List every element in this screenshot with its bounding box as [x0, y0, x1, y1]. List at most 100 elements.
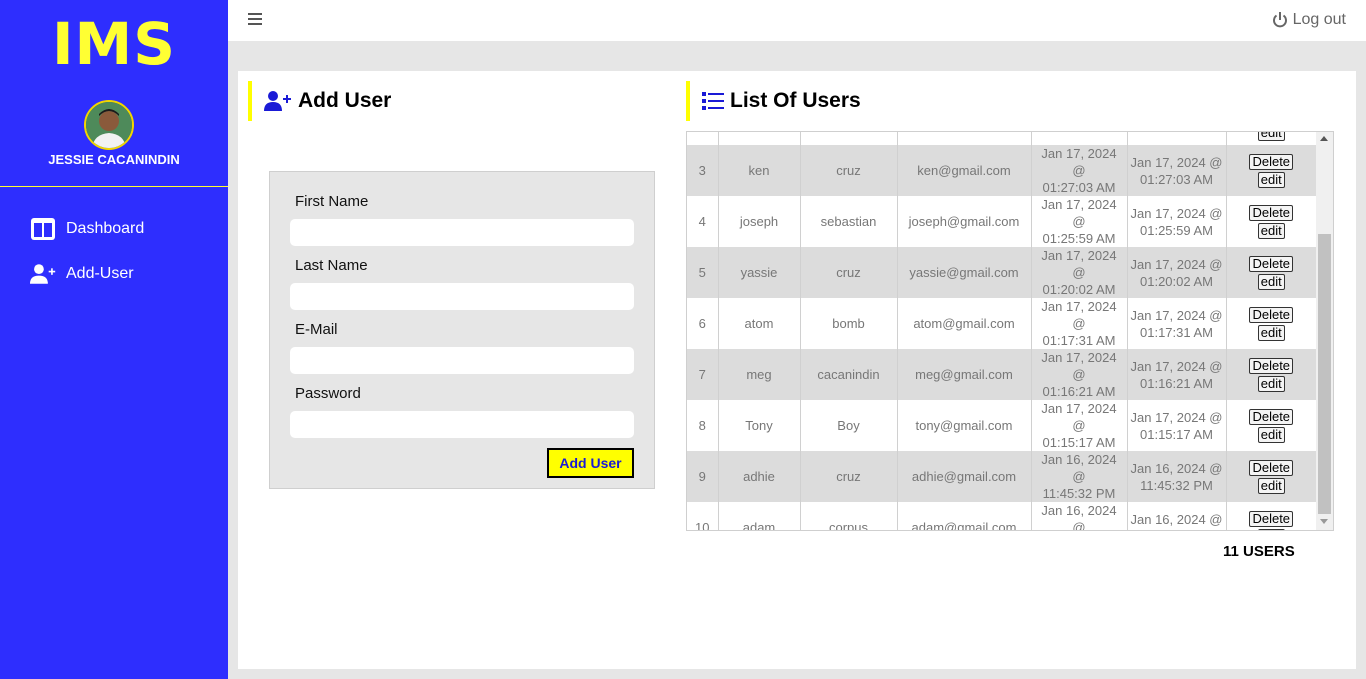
logout-button[interactable]: Log out: [1272, 11, 1346, 29]
cell-last-name: cruz: [800, 145, 898, 196]
password-label: Password: [295, 385, 361, 402]
updated-time: 01:15:17 AM: [1140, 426, 1213, 442]
sidebar-item-add-user[interactable]: Add-User: [30, 261, 134, 287]
add-user-title: Add User: [298, 89, 392, 112]
created-date: Jan 16, 2024 @: [1041, 503, 1117, 531]
table-row: 6 atom bomb atom@gmail.com Jan 17, 2024 @01:…: [687, 298, 1316, 349]
scroll-down-arrow[interactable]: [1320, 519, 1328, 524]
email-label: E-Mail: [295, 321, 338, 338]
cell-id: 7: [687, 349, 719, 400]
cell-created: Jan 17, 2024 @ 01:16:21 AM: [1031, 349, 1128, 400]
password-field[interactable]: [290, 411, 634, 438]
last-name-field[interactable]: [290, 283, 634, 310]
cell-updated: Jan 17, 2024 @01:15:17 AM: [1127, 400, 1227, 451]
cell-email: meg@gmail.com: [897, 349, 1032, 400]
edit-button[interactable]: edit: [1257, 273, 1285, 290]
delete-button[interactable]: Delete: [1249, 204, 1294, 221]
created-time: 01:17:31 AM: [1042, 333, 1116, 348]
add-user-button[interactable]: Add User: [547, 448, 634, 478]
sidebar-item-label: Add-User: [66, 265, 134, 282]
cell-created: Jan 17, 2024 @ 01:15:17 AM: [1031, 400, 1128, 451]
cell-first-name: Tony: [718, 400, 801, 451]
sidebar-item-label: Dashboard: [66, 220, 145, 237]
users-table-container[interactable]: 12:29:48 PM12:29:48 PMDeleteedit3kencruz…: [686, 131, 1334, 531]
cell-first-name: atom: [718, 298, 801, 349]
edit-button[interactable]: edit: [1257, 426, 1285, 443]
created-date: Jan 17, 2024 @: [1041, 197, 1117, 229]
edit-button[interactable]: edit: [1257, 132, 1285, 141]
email-field[interactable]: [290, 347, 634, 374]
delete-button[interactable]: Delete: [1249, 510, 1294, 527]
sidebar-item-dashboard[interactable]: Dashboard: [30, 216, 144, 242]
created-time: 01:27:03 AM: [1042, 180, 1116, 195]
updated-time: 12:29:48 PM: [1130, 131, 1224, 132]
cell-updated: Jan 16, 2024 @11:45:32 PM: [1127, 451, 1227, 502]
app-logo: IMS: [51, 10, 177, 78]
cell-last-name: bomb: [800, 298, 898, 349]
topbar: Log out: [228, 0, 1366, 41]
last-name-label: Last Name: [295, 257, 368, 274]
user-plus-icon: [30, 261, 56, 287]
cell-email: ken@gmail.com: [897, 145, 1032, 196]
updated-date: Jan 17, 2024 @: [1130, 358, 1223, 374]
edit-button[interactable]: edit: [1257, 324, 1285, 341]
table-row: 9 adhie cruz adhie@gmail.com Jan 16, 2024 @1…: [687, 451, 1316, 502]
avatar: [84, 100, 134, 150]
cell-created: Jan 17, 2024 @ 01:17:31 AM: [1031, 298, 1128, 349]
dashboard-icon: [30, 216, 56, 242]
cell-created: Jan 16, 2024 @05:18:51 PM: [1031, 502, 1128, 531]
table-row: 8 Tony Boy tony@gmail.com Jan 17, 2024 @01:1…: [687, 400, 1316, 451]
cell-last-name: cacanindin: [800, 349, 898, 400]
delete-button[interactable]: Delete: [1249, 255, 1294, 272]
power-icon: [1272, 12, 1288, 28]
table-scrollbar[interactable]: [1316, 132, 1333, 530]
delete-button[interactable]: Delete: [1249, 459, 1294, 476]
cell-id: 6: [687, 298, 719, 349]
updated-date: Jan 17, 2024 @: [1130, 154, 1223, 170]
table-row: 5 yassie cruz yassie@gmail.com Jan 17, 2024 …: [687, 247, 1316, 298]
cell-last-name: sebastian: [800, 196, 898, 247]
first-name-field[interactable]: [290, 219, 634, 246]
cell-id: 8: [687, 400, 719, 451]
scroll-thumb[interactable]: [1318, 234, 1331, 514]
created-date: Jan 17, 2024 @: [1041, 146, 1117, 178]
updated-date: Jan 17, 2024 @: [1130, 409, 1223, 425]
table-row: 7 meg cacanindin meg@gmail.com Jan 17, 2024 …: [687, 349, 1316, 400]
cell-email: adhie@gmail.com: [897, 451, 1032, 502]
cell-first-name: yassie: [718, 247, 801, 298]
edit-button[interactable]: edit: [1257, 375, 1285, 392]
cell-email: [897, 132, 1032, 145]
edit-button[interactable]: edit: [1257, 528, 1285, 530]
scroll-up-arrow[interactable]: [1320, 136, 1328, 141]
cell-created: 12:29:48 PM: [1031, 131, 1128, 145]
cell-last-name: corpus: [800, 502, 898, 530]
delete-button[interactable]: Delete: [1249, 408, 1294, 425]
cell-updated: Jan 17, 2024 @01:16:21 AM: [1127, 349, 1227, 400]
sidebar-divider: [0, 186, 228, 187]
cell-id: 10: [687, 502, 719, 530]
logout-label: Log out: [1292, 11, 1346, 28]
updated-time: 01:20:02 AM: [1140, 273, 1213, 289]
hamburger-icon[interactable]: [248, 13, 262, 27]
cell-first-name: ken: [718, 145, 801, 196]
cell-actions: Deleteedit: [1226, 451, 1316, 502]
add-user-form: First Name Last Name E-Mail Password Add…: [269, 171, 655, 489]
edit-button[interactable]: edit: [1257, 222, 1285, 239]
cell-id: [687, 132, 719, 145]
delete-button[interactable]: Delete: [1249, 153, 1294, 170]
updated-date: Jan 17, 2024 @: [1130, 205, 1223, 221]
cell-email: tony@gmail.com: [897, 400, 1032, 451]
cell-email: adam@gmail.com: [897, 502, 1032, 530]
cell-id: 4: [687, 196, 719, 247]
created-time: 12:29:48 PM: [1034, 131, 1125, 132]
created-date: Jan 17, 2024 @: [1041, 299, 1117, 331]
delete-button[interactable]: Delete: [1249, 306, 1294, 323]
cell-last-name: cruz: [800, 451, 898, 502]
delete-button[interactable]: Delete: [1249, 357, 1294, 374]
updated-time: 01:16:21 AM: [1140, 375, 1213, 391]
edit-button[interactable]: edit: [1257, 477, 1285, 494]
updated-time: 01:27:03 AM: [1140, 171, 1213, 187]
cell-actions: Deleteedit: [1226, 502, 1316, 530]
edit-button[interactable]: edit: [1257, 171, 1285, 188]
cell-created: Jan 17, 2024 @ 01:20:02 AM: [1031, 247, 1128, 298]
